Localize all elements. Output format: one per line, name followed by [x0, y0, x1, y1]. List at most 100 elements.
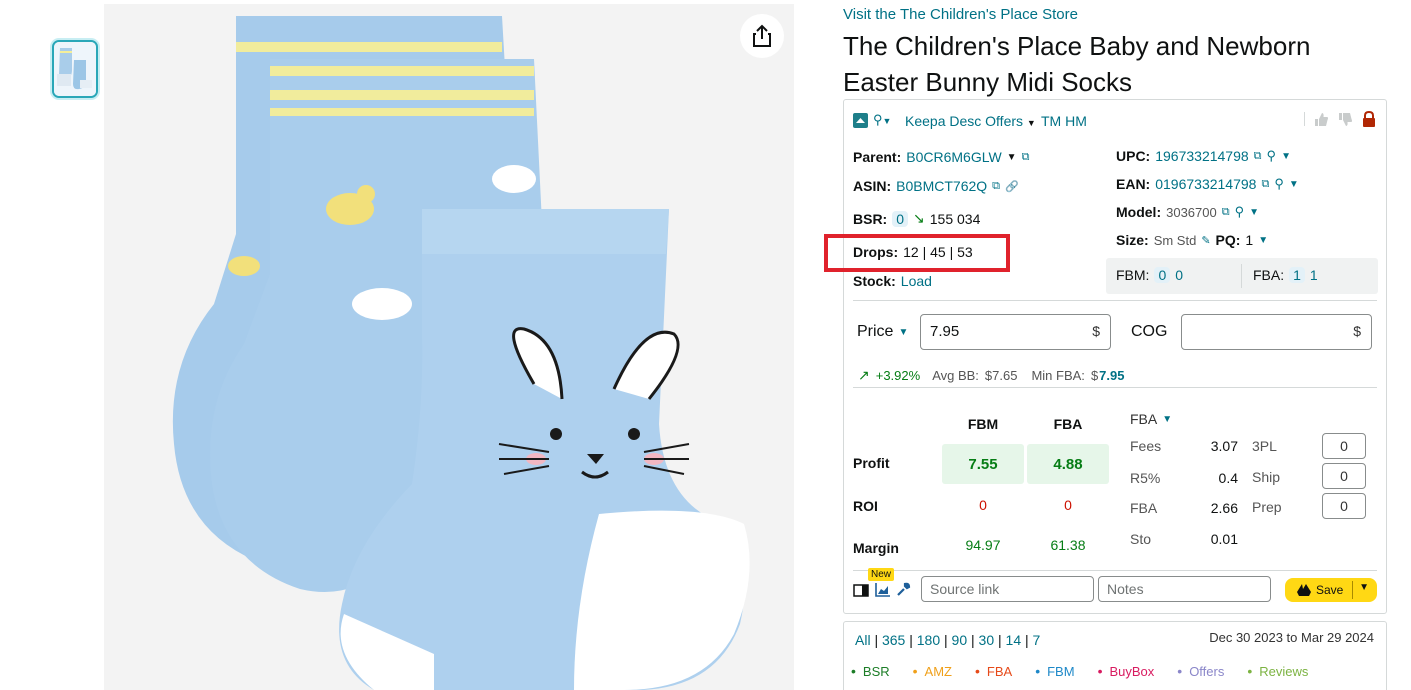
- share-button[interactable]: [740, 14, 784, 58]
- price-input[interactable]: 7.95 $: [920, 314, 1111, 350]
- divider: [853, 300, 1377, 301]
- panel-header: ⚲▼ Keepa Desc Offers ▼ TM HM: [844, 100, 1386, 140]
- chevron-down-icon[interactable]: ▼: [1359, 582, 1369, 593]
- chart-legend: • BSR • AMZ • FBA • FBM • BuyBox • Offers • Reviews: [851, 663, 1308, 679]
- asin-link[interactable]: B0BMCT762Q: [896, 178, 987, 194]
- thumbs-down-icon[interactable]: [1338, 112, 1353, 127]
- fba-count: FBA: 1 1: [1253, 267, 1318, 283]
- range-separator: |: [967, 632, 979, 648]
- wrench-icon[interactable]: [896, 582, 911, 597]
- bsr-row: BSR: 0 ↘ 155 034: [853, 210, 980, 227]
- collapse-icon[interactable]: [853, 113, 868, 128]
- legend-item-fbm[interactable]: • FBM: [1035, 663, 1074, 679]
- chevron-down-icon[interactable]: ▼: [1289, 179, 1299, 190]
- legend-item-offers[interactable]: • Offers: [1177, 663, 1224, 679]
- keepa-label: Keepa Desc Offers: [905, 113, 1024, 129]
- cog-input[interactable]: $: [1181, 314, 1372, 350]
- profit-fbm: 7.55: [942, 444, 1024, 484]
- legend-dot-icon: •: [851, 663, 856, 679]
- trend-up-icon: ↗: [858, 367, 870, 383]
- search-dropdown[interactable]: ⚲▼: [873, 112, 891, 128]
- price-label: Price: [857, 323, 894, 340]
- notes-input[interactable]: Notes: [1098, 576, 1271, 602]
- store-link[interactable]: Visit the The Children's Place Store: [843, 6, 1078, 23]
- fee-mode-dropdown[interactable]: FBA ▼: [1130, 411, 1172, 427]
- pq-value[interactable]: 1: [1245, 232, 1253, 248]
- ship-input[interactable]: 0: [1322, 463, 1366, 489]
- size-row: Size: Sm Std ✎ PQ: 1 ▼: [1116, 232, 1268, 248]
- stock-load-link[interactable]: Load: [901, 273, 932, 289]
- copy-icon[interactable]: ⧉: [992, 180, 1000, 193]
- range-link-all[interactable]: All: [855, 632, 871, 648]
- divider: [1352, 581, 1353, 599]
- profit-fba: 4.88: [1027, 444, 1109, 484]
- share-icon: [753, 24, 771, 47]
- range-link-90[interactable]: 90: [952, 632, 968, 648]
- bsr-badge[interactable]: 0: [892, 210, 909, 227]
- range-link-180[interactable]: 180: [917, 632, 940, 648]
- upc-link[interactable]: 196733214798: [1155, 148, 1248, 164]
- search-icon[interactable]: ⚲: [1267, 148, 1277, 164]
- legend-item-bsr[interactable]: • BSR: [851, 663, 890, 679]
- fba-count-value[interactable]: 1: [1310, 267, 1318, 283]
- legend-item-buybox[interactable]: • BuyBox: [1098, 663, 1155, 679]
- legend-item-reviews[interactable]: • Reviews: [1247, 663, 1308, 679]
- ean-link[interactable]: 0196733214798: [1155, 176, 1256, 192]
- copy-icon[interactable]: ⧉: [1222, 206, 1230, 219]
- keepa-dropdown[interactable]: Keepa Desc Offers ▼: [905, 113, 1036, 129]
- legend-item-fba[interactable]: • FBA: [975, 663, 1012, 679]
- divider: [1241, 264, 1242, 288]
- save-button[interactable]: Save ▼: [1285, 578, 1377, 602]
- fbm-count-badge[interactable]: 0: [1154, 267, 1171, 283]
- model-row: Model: 3036700 ⧉ ⚲ ▼: [1116, 204, 1259, 220]
- prep-label: Prep: [1252, 499, 1282, 515]
- legend-item-amz[interactable]: • AMZ: [913, 663, 952, 679]
- stock-label: Stock:: [853, 273, 896, 289]
- divider: [1304, 112, 1305, 126]
- prep-input[interactable]: 0: [1322, 493, 1366, 519]
- asin-row: ASIN: B0BMCT762Q ⧉ 🔗: [853, 178, 1019, 194]
- margin-fba: 61.38: [1050, 537, 1086, 553]
- search-icon[interactable]: ⚲: [1235, 204, 1245, 220]
- fba-count-badge[interactable]: 1: [1289, 267, 1305, 283]
- product-image[interactable]: [104, 4, 794, 690]
- 3pl-label: 3PL: [1252, 438, 1277, 454]
- copy-icon[interactable]: ⧉: [1022, 151, 1030, 164]
- legend-label: Reviews: [1259, 663, 1309, 679]
- range-link-7[interactable]: 7: [1033, 632, 1041, 648]
- lock-icon[interactable]: [1362, 111, 1376, 127]
- link-icon[interactable]: 🔗: [1005, 180, 1019, 193]
- thumbs-up-icon[interactable]: [1314, 112, 1329, 127]
- range-separator: |: [940, 632, 952, 648]
- parent-asin-link[interactable]: B0CR6M6GLW: [906, 149, 1001, 165]
- copy-icon[interactable]: ⧉: [1254, 150, 1262, 163]
- chevron-down-icon[interactable]: ▼: [1007, 152, 1017, 163]
- drive-icon: [1297, 584, 1311, 596]
- chevron-down-icon[interactable]: ▼: [1249, 207, 1259, 218]
- keepa-panel: ⚲▼ Keepa Desc Offers ▼ TM HM Parent: B0C…: [824, 99, 1387, 614]
- roi-fba: 0: [1064, 497, 1072, 513]
- min-fba-label: Min FBA:: [1031, 368, 1085, 383]
- source-link-input[interactable]: Source link: [921, 576, 1094, 602]
- chevron-down-icon: ▼: [882, 116, 892, 126]
- sidebar-toggle-icon[interactable]: [853, 584, 869, 597]
- fbm-count-label: FBM:: [1116, 267, 1150, 283]
- edit-icon[interactable]: ✎: [1201, 234, 1210, 247]
- fbm-count-value[interactable]: 0: [1175, 267, 1183, 283]
- r5-value: 0.4: [1218, 470, 1238, 486]
- tm-hm-link[interactable]: TM HM: [1041, 113, 1087, 129]
- price-change: +3.92%: [875, 368, 921, 383]
- price-dropdown[interactable]: Price ▼: [857, 323, 908, 341]
- chart-icon[interactable]: [875, 582, 891, 597]
- fees-label: Fees: [1130, 438, 1162, 454]
- range-link-365[interactable]: 365: [882, 632, 905, 648]
- 3pl-input[interactable]: 0: [1322, 433, 1366, 459]
- copy-icon[interactable]: ⧉: [1261, 178, 1269, 191]
- range-link-14[interactable]: 14: [1006, 632, 1022, 648]
- product-thumbnail[interactable]: [52, 40, 98, 98]
- range-link-30[interactable]: 30: [979, 632, 995, 648]
- chevron-down-icon[interactable]: ▼: [1281, 151, 1291, 162]
- chevron-down-icon[interactable]: ▼: [1258, 235, 1268, 246]
- search-icon[interactable]: ⚲: [1274, 176, 1284, 192]
- legend-label: FBA: [986, 663, 1013, 679]
